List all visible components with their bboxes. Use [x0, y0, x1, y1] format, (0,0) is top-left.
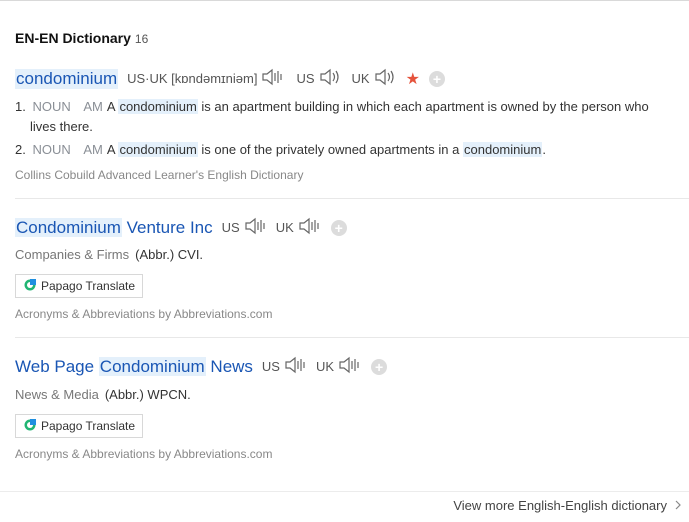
highlighted-word[interactable]: condominium [118, 142, 198, 157]
us-label: US [296, 71, 315, 86]
speaker-icon[interactable] [319, 67, 341, 90]
result-count: 16 [134, 32, 149, 46]
definition-text: A [106, 99, 119, 114]
category: News & Media [15, 387, 99, 402]
papago-logo-icon [24, 278, 36, 294]
pronunciation-uk: UK [316, 355, 362, 378]
category: Companies & Firms [15, 247, 130, 262]
region-tag: AM [83, 99, 103, 114]
view-more-link[interactable]: View more English-English dictionary [453, 498, 681, 513]
definition-text: A [106, 142, 119, 157]
category-line: News & Media (Abbr.) WPCN. [15, 387, 191, 402]
definition-1: 1. NOUN AM A condominium is an apartment … [15, 97, 689, 137]
part-of-speech: NOUN [32, 142, 71, 157]
chevron-right-icon [675, 498, 681, 513]
highlighted-word[interactable]: condominium [463, 142, 543, 157]
footer-divider [0, 491, 689, 492]
definition-text: is one of the privately owned apartments… [197, 142, 463, 157]
entry-web-page-condominium-news-header: Web Page Condominium News US UK + [15, 355, 388, 378]
dictionary-source: Acronyms & Abbreviations by Abbreviation… [15, 307, 273, 321]
definition-text: is an apartment building in which each a… [197, 99, 649, 114]
speaker-icon[interactable] [261, 67, 285, 90]
add-icon[interactable]: + [371, 358, 388, 375]
speaker-icon[interactable] [374, 67, 396, 90]
view-more-label: View more English-English dictionary [453, 498, 667, 513]
top-border [0, 0, 689, 1]
us-label: US [221, 220, 240, 235]
headword[interactable]: Condominium Venture Inc [15, 217, 213, 238]
part-of-speech: NOUN [32, 99, 71, 114]
speaker-icon[interactable] [338, 355, 362, 378]
definition-number: 1. [15, 99, 26, 114]
star-icon[interactable]: ★ [406, 69, 420, 89]
abbreviation: (Abbr.) WPCN. [104, 387, 191, 402]
uk-label: UK [315, 359, 335, 374]
uk-label: UK [275, 220, 294, 235]
us-label: US [261, 359, 280, 374]
entry-condominium-header: condominium US·UK [kɒndəmɪniəm] US UK ★ … [15, 67, 445, 90]
pronunciation-text: US·UK [kɒndəmɪniəm] [127, 71, 258, 86]
section-header: EN-EN Dictionary 16 [15, 30, 148, 46]
speaker-icon[interactable] [298, 216, 322, 239]
papago-logo-icon [24, 418, 36, 434]
dictionary-source: Collins Cobuild Advanced Learner's Engli… [15, 168, 304, 182]
definition-text: . [542, 142, 546, 157]
category-line: Companies & Firms (Abbr.) CVI. [15, 247, 203, 262]
definition-number: 2. [15, 142, 26, 157]
definition-2: 2. NOUN AM A condominium is one of the pr… [15, 140, 689, 160]
dictionary-source: Acronyms & Abbreviations by Abbreviation… [15, 447, 273, 461]
speaker-icon[interactable] [244, 216, 268, 239]
highlighted-word[interactable]: condominium [118, 99, 198, 114]
papago-translate-button[interactable]: Papago Translate [15, 274, 143, 298]
add-icon[interactable]: + [330, 219, 347, 236]
entry-condominium-venture-header: Condominium Venture Inc US UK + [15, 216, 347, 239]
pronunciation-us: US [262, 355, 308, 378]
speaker-icon[interactable] [284, 355, 308, 378]
papago-translate-label: Papago Translate [41, 419, 136, 433]
definition-continuation: lives there. [30, 119, 93, 134]
pronunciation-uk: UK [276, 216, 322, 239]
region-tag: AM [83, 142, 103, 157]
pronunciation-us: US [222, 216, 268, 239]
uk-label: UK [351, 71, 370, 86]
pronunciation-us: US [296, 67, 340, 90]
headword[interactable]: condominium [15, 68, 119, 89]
pronunciation-both: US·UK [kɒndəmɪniəm] [127, 67, 285, 90]
papago-translate-button[interactable]: Papago Translate [15, 414, 143, 438]
divider [15, 198, 689, 199]
pronunciation-uk: UK [352, 67, 396, 90]
add-icon[interactable]: + [428, 70, 445, 87]
papago-translate-label: Papago Translate [41, 279, 136, 293]
abbreviation: (Abbr.) CVI. [135, 247, 204, 262]
headword[interactable]: Web Page Condominium News [15, 356, 253, 377]
divider [15, 337, 689, 338]
section-title: EN-EN Dictionary [15, 30, 131, 46]
